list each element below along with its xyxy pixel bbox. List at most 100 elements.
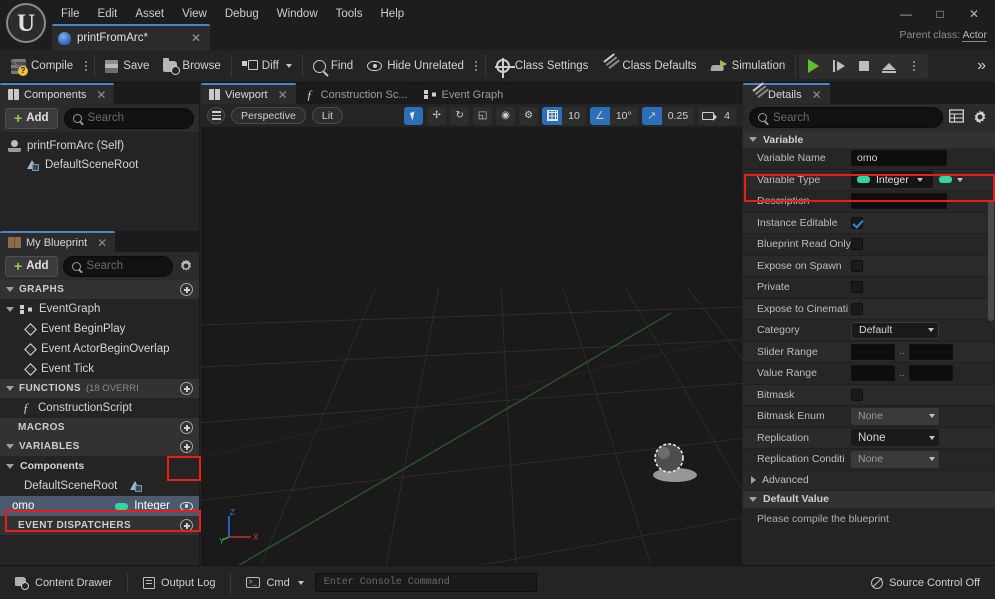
variable-name-input[interactable]: omo xyxy=(851,150,947,167)
my-blueprint-settings-gear-icon[interactable] xyxy=(178,258,194,274)
maximize-button[interactable]: □ xyxy=(923,3,957,25)
class-settings-button[interactable]: Class Settings xyxy=(489,53,596,80)
hide-unrelated-options-button[interactable] xyxy=(471,55,482,77)
play-button[interactable] xyxy=(801,55,826,78)
variable-row-omo[interactable]: omo Integer xyxy=(0,496,199,516)
slider-range-max-input[interactable] xyxy=(908,343,953,360)
find-button[interactable]: Find xyxy=(306,53,360,80)
event-tick[interactable]: Event Tick xyxy=(0,359,199,379)
viewport-3d-scene[interactable]: Z X Y xyxy=(201,127,742,565)
simulation-button[interactable]: Simulation xyxy=(704,53,793,80)
grid-snap-toggle[interactable] xyxy=(542,106,563,125)
hide-unrelated-button[interactable]: Hide Unrelated xyxy=(360,53,471,80)
function-constructionscript[interactable]: ƒ ConstructionScript xyxy=(0,398,199,418)
camera-speed-toggle[interactable] xyxy=(698,107,718,125)
slider-range-min-input[interactable] xyxy=(851,343,895,360)
details-search-input[interactable]: Search xyxy=(749,107,943,128)
stop-button[interactable] xyxy=(851,55,876,78)
my-blueprint-search-input[interactable]: Search xyxy=(62,255,173,277)
add-event-dispatcher-button[interactable] xyxy=(180,519,193,532)
viewport-lit-button[interactable]: Lit xyxy=(311,107,343,124)
diff-button[interactable]: Diff xyxy=(235,53,299,80)
class-defaults-button[interactable]: Class Defaults xyxy=(595,53,703,80)
variable-container-type-dropdown[interactable] xyxy=(939,176,963,184)
category-dropdown[interactable]: Default xyxy=(851,321,939,339)
variable-defaultsceneroot[interactable]: DefaultSceneRoot xyxy=(0,476,199,496)
eject-button[interactable] xyxy=(876,55,901,78)
source-control-button[interactable]: Source Control Off xyxy=(862,571,989,595)
scale-snap-control[interactable]: ↗ 0.25 xyxy=(641,106,695,125)
details-scrollbar[interactable] xyxy=(988,201,994,321)
tab-viewport-close-icon[interactable]: ✕ xyxy=(278,88,288,102)
document-tab-close-icon[interactable]: ✕ xyxy=(188,31,204,45)
section-variables[interactable]: VARIABLES xyxy=(0,437,199,456)
move-tool-button[interactable]: ✢ xyxy=(427,106,447,125)
tab-details[interactable]: Details ✕ xyxy=(743,83,830,104)
section-event-dispatchers[interactable]: EVENT DISPATCHERS xyxy=(0,516,199,535)
play-options-button[interactable] xyxy=(901,55,926,78)
cmd-mode-button[interactable]: >_ Cmd xyxy=(237,571,312,595)
rotate-tool-button[interactable]: ↻ xyxy=(450,106,470,125)
world-coordinates-button[interactable]: ◉ xyxy=(496,106,516,125)
event-begin-play[interactable]: Event BeginPlay xyxy=(0,319,199,339)
details-settings-gear-icon[interactable] xyxy=(972,109,989,126)
details-columns-button[interactable] xyxy=(949,109,966,126)
menu-help[interactable]: Help xyxy=(372,5,414,23)
menu-view[interactable]: View xyxy=(173,5,216,23)
tab-my-blueprint[interactable]: My Blueprint ✕ xyxy=(0,231,116,252)
variable-type-dropdown[interactable]: Integer xyxy=(851,171,933,189)
replication-dropdown[interactable]: None xyxy=(851,429,939,447)
replication-condition-dropdown[interactable]: None xyxy=(851,450,939,468)
menu-edit[interactable]: Edit xyxy=(89,5,127,23)
tab-components[interactable]: Components ✕ xyxy=(0,83,115,104)
details-advanced-expander[interactable]: Advanced xyxy=(743,470,995,491)
viewport-menu-button[interactable] xyxy=(207,107,225,124)
add-function-button[interactable] xyxy=(180,382,193,395)
tab-viewport[interactable]: Viewport ✕ xyxy=(201,83,296,104)
expose-to-cinematics-checkbox[interactable] xyxy=(851,302,863,315)
menu-window[interactable]: Window xyxy=(268,5,327,23)
select-tool-button[interactable] xyxy=(404,106,424,125)
add-macro-button[interactable] xyxy=(180,421,193,434)
tree-item-self[interactable]: printFromArc (Self) xyxy=(0,136,199,155)
details-section-variable[interactable]: Variable xyxy=(743,131,995,148)
my-blueprint-tab-close-icon[interactable]: ✕ xyxy=(97,236,107,250)
parent-class-value[interactable]: Actor xyxy=(962,29,987,42)
private-checkbox[interactable] xyxy=(851,281,863,294)
add-graph-button[interactable] xyxy=(180,283,193,296)
section-functions[interactable]: FUNCTIONS (18 OVERRI xyxy=(0,379,199,398)
camera-speed-control[interactable]: 4 xyxy=(698,106,736,125)
components-add-button[interactable]: + Add xyxy=(5,107,58,129)
details-section-default-value[interactable]: Default Value xyxy=(743,490,995,508)
value-range-min-input[interactable] xyxy=(851,365,895,382)
tree-item-defaultsceneroot[interactable]: DefaultSceneRoot xyxy=(0,155,199,174)
description-input[interactable] xyxy=(851,193,947,210)
compile-options-button[interactable] xyxy=(80,55,91,77)
blueprint-read-only-checkbox[interactable] xyxy=(851,238,863,251)
output-log-button[interactable]: Output Log xyxy=(134,571,224,595)
unreal-engine-logo-icon[interactable]: U xyxy=(6,3,46,43)
bitmask-checkbox[interactable] xyxy=(851,388,863,401)
save-button[interactable]: Save xyxy=(98,53,156,80)
menu-file[interactable]: File xyxy=(52,5,89,23)
browse-button[interactable]: Browse xyxy=(156,53,227,80)
add-variable-button[interactable] xyxy=(180,440,193,453)
angle-snap-toggle[interactable]: ∠ xyxy=(589,106,610,125)
variables-group-components[interactable]: Components xyxy=(0,456,199,476)
viewport-perspective-button[interactable]: Perspective xyxy=(231,107,306,124)
section-graphs[interactable]: GRAPHS xyxy=(0,280,199,299)
minimize-button[interactable]: — xyxy=(889,3,923,25)
graph-eventgraph[interactable]: EventGraph xyxy=(0,299,199,319)
expose-on-spawn-checkbox[interactable] xyxy=(851,259,863,272)
grid-snap-control[interactable]: 10 xyxy=(542,106,586,125)
tab-event-graph[interactable]: Event Graph xyxy=(415,83,512,104)
menu-asset[interactable]: Asset xyxy=(126,5,173,23)
event-actor-begin-overlap[interactable]: Event ActorBeginOverlap xyxy=(0,339,199,359)
console-command-input[interactable]: Enter Console Command xyxy=(314,573,537,592)
value-range-max-input[interactable] xyxy=(908,365,953,382)
section-macros[interactable]: MACROS xyxy=(0,418,199,437)
scale-snap-toggle[interactable]: ↗ xyxy=(641,106,662,125)
content-drawer-button[interactable]: Content Drawer xyxy=(6,571,121,595)
document-tab-printfromarc[interactable]: printFromArc* ✕ xyxy=(52,24,210,50)
step-button[interactable] xyxy=(826,55,851,78)
